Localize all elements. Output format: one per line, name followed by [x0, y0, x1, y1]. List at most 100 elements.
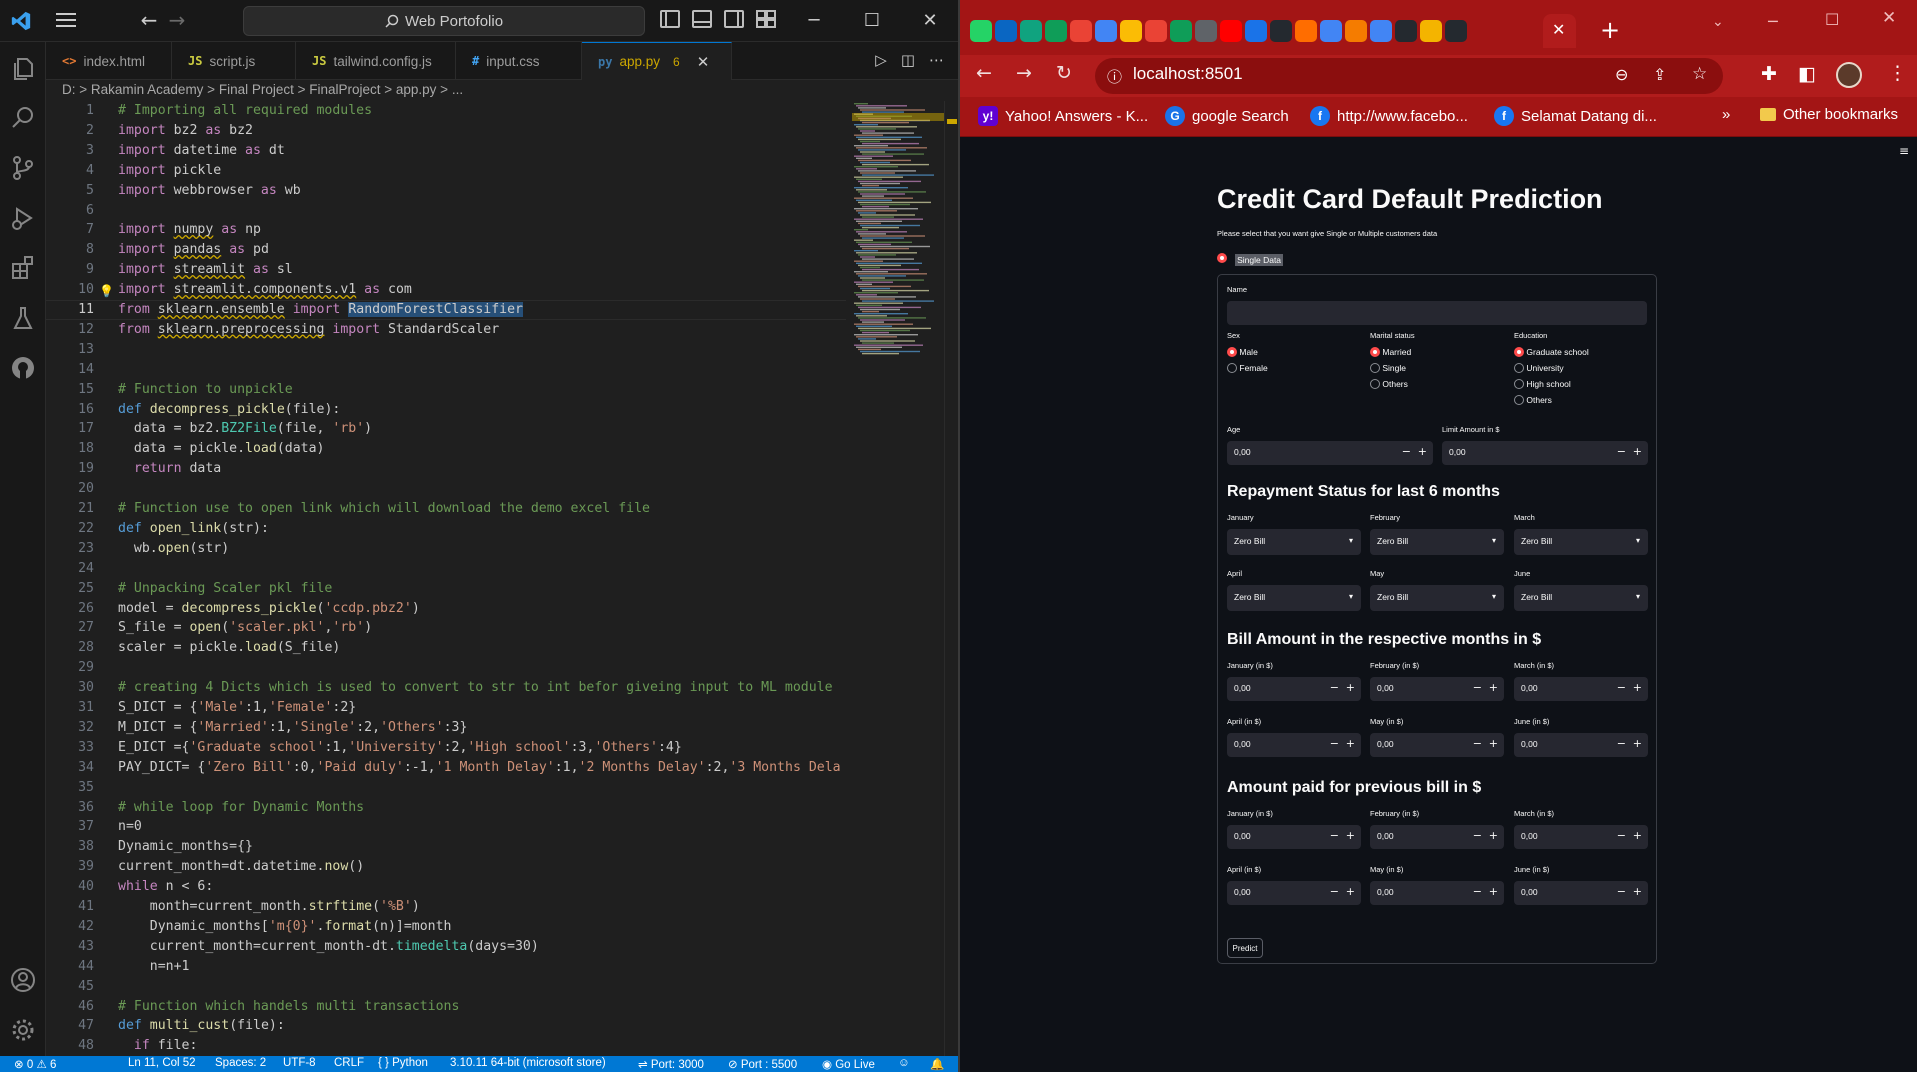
bookmark-selamat-datang[interactable]: f Selamat Datang di... — [1494, 106, 1657, 126]
pinned-tab-favicon-icon[interactable] — [1420, 20, 1442, 42]
bookmark-google-search[interactable]: Ggoogle Search — [1165, 106, 1289, 126]
increment-icon[interactable]: + — [1489, 737, 1498, 750]
increment-icon[interactable]: + — [1489, 885, 1498, 898]
minimize-icon[interactable]: ─ — [794, 6, 834, 36]
tab-script-js[interactable]: JS script.js — [172, 42, 296, 80]
pinned-tab-favicon-icon[interactable] — [1320, 20, 1342, 42]
forward-arrow-icon[interactable]: → — [165, 8, 189, 32]
tab-tailwind-config[interactable]: JS tailwind.config.js — [296, 42, 456, 80]
amount-number-input[interactable]: 0,00 − + — [1514, 881, 1648, 905]
back-arrow-icon[interactable]: ← — [976, 62, 992, 84]
repayment-select[interactable]: Zero Bill ▾ — [1227, 529, 1361, 555]
amount-number-input[interactable]: 0,00 − + — [1227, 825, 1361, 849]
amount-number-input[interactable]: 0,00 − + — [1227, 733, 1361, 757]
cursor-position[interactable]: Ln 11, Col 52 — [128, 1057, 196, 1069]
split-editor-icon[interactable]: ◫ — [901, 51, 915, 69]
increment-icon[interactable]: + — [1633, 445, 1642, 458]
marital-option-others[interactable]: Others — [1370, 378, 1408, 390]
pinned-tab-favicon-icon[interactable] — [1295, 20, 1317, 42]
increment-icon[interactable]: + — [1489, 829, 1498, 842]
minimap[interactable] — [852, 101, 944, 431]
close-tab-icon[interactable]: ✕ — [1552, 20, 1565, 39]
testing-flask-icon[interactable] — [9, 304, 37, 332]
pinned-tab-favicon-icon[interactable] — [1395, 20, 1417, 42]
amount-number-input[interactable]: 0,00 − + — [1370, 881, 1504, 905]
pinned-tab-favicon-icon[interactable] — [1445, 20, 1467, 42]
pinned-tab-favicon-icon[interactable] — [1120, 20, 1142, 42]
zoom-icon[interactable]: ⊖ — [1615, 65, 1628, 84]
decrement-icon[interactable]: − — [1473, 737, 1482, 750]
name-input[interactable] — [1227, 301, 1647, 325]
extensions-icon[interactable] — [9, 254, 37, 282]
hamburger-menu-icon[interactable] — [55, 11, 77, 29]
pinned-tab-favicon-icon[interactable] — [1020, 20, 1042, 42]
bookmark-facebook[interactable]: f http://www.facebo... — [1310, 106, 1468, 126]
minimize-icon[interactable]: ─ — [1768, 12, 1778, 31]
pinned-tab-favicon-icon[interactable] — [1270, 20, 1292, 42]
close-icon[interactable]: ✕ — [910, 6, 950, 36]
pinned-tab-favicon-icon[interactable] — [1195, 20, 1217, 42]
decrement-icon[interactable]: − — [1402, 445, 1411, 458]
run-debug-icon[interactable] — [9, 204, 37, 232]
increment-icon[interactable]: + — [1633, 681, 1642, 694]
increment-icon[interactable]: + — [1346, 737, 1355, 750]
breadcrumb[interactable]: D: > Rakamin Academy > Final Project > F… — [62, 82, 463, 100]
decrement-icon[interactable]: − — [1330, 885, 1339, 898]
account-icon[interactable] — [9, 966, 37, 994]
maximize-icon[interactable]: ☐ — [852, 6, 892, 36]
settings-gear-icon[interactable] — [9, 1016, 37, 1044]
tab-search-chevron-icon[interactable]: ⌄ — [1712, 14, 1724, 30]
notifications-bell-icon[interactable]: 🔔 — [930, 1057, 944, 1071]
amount-number-input[interactable]: 0,00 − + — [1370, 677, 1504, 701]
tab-app-py[interactable]: py app.py 6 ✕ — [582, 42, 732, 80]
increment-icon[interactable]: + — [1346, 829, 1355, 842]
editor-scrollbar[interactable] — [944, 101, 958, 1056]
pinned-tab-favicon-icon[interactable] — [1070, 20, 1092, 42]
toggle-sidebar-icon[interactable] — [660, 10, 680, 28]
age-number-input[interactable]: 0,00 − + — [1227, 441, 1433, 465]
pinned-tab-favicon-icon[interactable] — [995, 20, 1017, 42]
pinned-tab-favicon-icon[interactable] — [1045, 20, 1067, 42]
more-actions-icon[interactable]: ⋯ — [929, 51, 944, 69]
indentation[interactable]: Spaces: 2 — [215, 1057, 266, 1069]
toggle-panel-icon[interactable] — [692, 10, 712, 28]
amount-number-input[interactable]: 0,00 − + — [1514, 677, 1648, 701]
marital-option-married[interactable]: Married — [1370, 346, 1411, 358]
repayment-select[interactable]: Zero Bill ▾ — [1370, 529, 1504, 555]
amount-number-input[interactable]: 0,00 − + — [1514, 825, 1648, 849]
pinned-tab-favicon-icon[interactable] — [1220, 20, 1242, 42]
forward-arrow-icon[interactable]: → — [1016, 62, 1032, 84]
pinned-tab-favicon-icon[interactable] — [1370, 20, 1392, 42]
tab-index-html[interactable]: <> index.html — [46, 42, 172, 80]
decrement-icon[interactable]: − — [1473, 885, 1482, 898]
pinned-tab-favicon-icon[interactable] — [1245, 20, 1267, 42]
code-editor[interactable]: 1 2 3 4 5 6 7 8 9 10 11 12 13 14 15 16 17 18 19 20 21 22 23 24 2… — [46, 101, 846, 1056]
amount-number-input[interactable]: 0,00 − + — [1227, 677, 1361, 701]
line-ending[interactable]: CRLF — [334, 1057, 364, 1069]
pinned-tab-favicon-icon[interactable] — [1170, 20, 1192, 42]
search-icon[interactable] — [9, 104, 37, 132]
language-mode[interactable]: { } Python — [378, 1057, 428, 1069]
increment-icon[interactable]: + — [1346, 885, 1355, 898]
increment-icon[interactable]: + — [1633, 737, 1642, 750]
streamlit-menu-icon[interactable]: ≡ — [1899, 144, 1909, 158]
menu-kebab-icon[interactable]: ⋮ — [1888, 62, 1907, 84]
decrement-icon[interactable]: − — [1617, 829, 1626, 842]
url-text[interactable]: localhost:8501 — [1133, 64, 1243, 84]
increment-icon[interactable]: + — [1633, 885, 1642, 898]
customize-layout-icon[interactable] — [756, 10, 776, 28]
decrement-icon[interactable]: − — [1473, 681, 1482, 694]
active-tab[interactable]: ✕ — [1543, 14, 1576, 48]
limit-amount-input[interactable]: 0,00 − + — [1442, 441, 1648, 465]
port-5500[interactable]: ⊘ Port : 5500 — [728, 1057, 797, 1071]
decrement-icon[interactable]: − — [1330, 737, 1339, 750]
bookmark-yahoo[interactable]: y! Yahoo! Answers - K... — [978, 106, 1148, 126]
reload-icon[interactable]: ↻ — [1056, 62, 1072, 84]
command-center-search[interactable]: Web Portofolio — [243, 6, 645, 36]
tab-input-css[interactable]: # input.css — [456, 42, 582, 80]
predict-button[interactable]: Predict — [1227, 938, 1263, 958]
repayment-select[interactable]: Zero Bill ▾ — [1370, 585, 1504, 611]
explorer-icon[interactable] — [9, 54, 37, 82]
run-python-icon[interactable]: ▷ — [875, 51, 887, 69]
back-arrow-icon[interactable]: ← — [137, 8, 161, 32]
